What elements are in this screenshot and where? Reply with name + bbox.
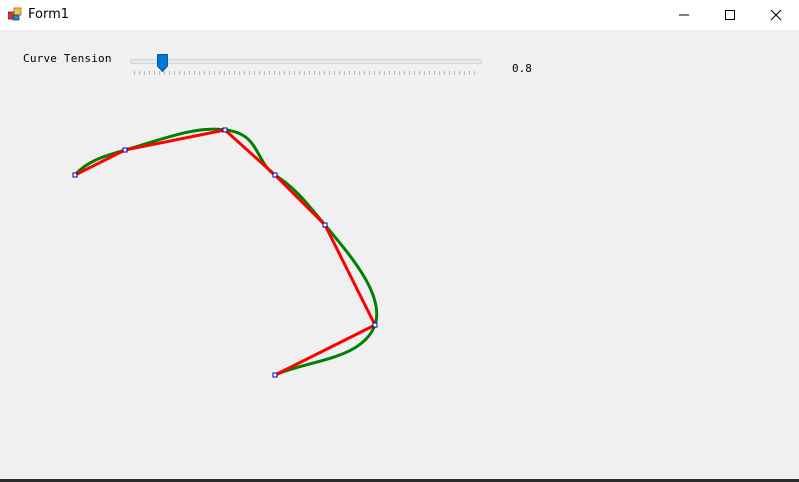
control-handles — [72, 127, 378, 378]
control-polyline — [74, 128, 377, 377]
window: Form1 Curve Tension 0.8 — [0, 0, 799, 482]
control-point-handle[interactable] — [322, 222, 328, 228]
curve-canvas[interactable] — [0, 0, 799, 482]
control-point-handle[interactable] — [222, 127, 228, 133]
control-point-handle[interactable] — [272, 172, 278, 178]
cardinal-curve — [73, 127, 379, 377]
control-point-handle[interactable] — [272, 372, 278, 378]
control-point-handle[interactable] — [122, 147, 128, 153]
control-point-handle[interactable] — [72, 172, 78, 178]
control-point-handle[interactable] — [372, 322, 378, 328]
